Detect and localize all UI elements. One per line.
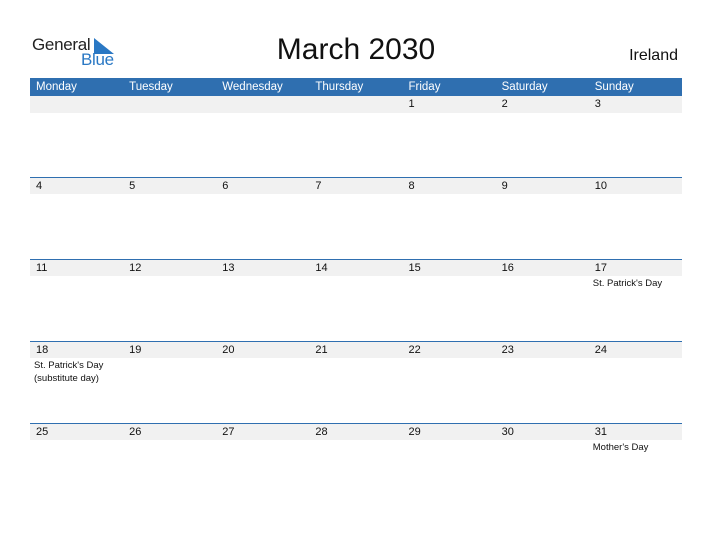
day-number: 5 <box>129 180 136 192</box>
event-row: St. Patrick's Day <box>30 276 682 290</box>
holiday-label <box>403 113 496 114</box>
day-number: 13 <box>222 262 235 274</box>
day-number-row: 11 12 13 14 15 16 17 <box>30 260 682 276</box>
day-number: 26 <box>129 426 142 438</box>
day-number: 6 <box>222 180 229 192</box>
day-number: 8 <box>408 180 415 192</box>
day-number: 21 <box>315 344 328 356</box>
holiday-label <box>216 194 309 195</box>
country-label: Ireland <box>629 47 678 64</box>
day-number: 23 <box>501 344 514 356</box>
holiday-label <box>589 194 682 195</box>
day-number-row: 1 2 3 <box>30 96 682 113</box>
week-row: 11 12 13 14 15 16 17 St. Patrick's Day <box>30 259 682 341</box>
holiday-label <box>216 113 309 114</box>
holiday-label <box>123 276 216 290</box>
day-number: 4 <box>36 180 43 192</box>
day-number: 10 <box>594 180 607 192</box>
holiday-label <box>589 358 682 385</box>
day-number-row: 4 5 6 7 8 9 10 <box>30 178 682 194</box>
holiday-label <box>216 440 309 454</box>
day-number: 14 <box>315 262 328 274</box>
holiday-label <box>123 113 216 114</box>
day-number: 30 <box>501 426 514 438</box>
holiday-label <box>496 440 589 454</box>
weekday-friday: Friday <box>408 81 441 93</box>
day-number: 27 <box>222 426 235 438</box>
holiday-label <box>403 358 496 385</box>
holiday-label <box>589 113 682 114</box>
day-number <box>123 96 216 113</box>
holiday-label <box>496 358 589 385</box>
day-number <box>30 96 123 113</box>
holiday-label <box>309 113 402 114</box>
day-number: 1 <box>408 98 415 110</box>
holiday-label <box>403 276 496 290</box>
holiday-label <box>30 194 123 195</box>
holiday-label: Mother's Day <box>592 442 649 453</box>
holiday-label <box>30 276 123 290</box>
weekday-sunday: Sunday <box>594 81 634 93</box>
event-row <box>30 113 682 114</box>
calendar-grid: Monday Tuesday Wednesday Thursday Friday… <box>30 78 682 505</box>
day-number-row: 18 19 20 21 22 23 24 <box>30 342 682 358</box>
holiday-label <box>123 358 216 385</box>
day-number: 17 <box>594 262 607 274</box>
holiday-label <box>123 440 216 454</box>
weekday-tuesday: Tuesday <box>129 81 173 93</box>
week-row: 18 19 20 21 22 23 24 St. Patrick's Day (substit… <box>30 341 682 423</box>
holiday-label <box>496 276 589 290</box>
holiday-label <box>496 194 589 195</box>
day-number: 11 <box>36 262 48 274</box>
holiday-label <box>30 440 123 454</box>
day-number <box>216 96 309 113</box>
weekday-header: Monday Tuesday Wednesday Thursday Friday… <box>30 78 682 96</box>
day-number: 16 <box>501 262 514 274</box>
holiday-label: St. Patrick's Day <box>592 278 663 289</box>
day-number: 20 <box>222 344 235 356</box>
holiday-label <box>309 358 402 385</box>
holiday-label <box>216 276 309 290</box>
day-number: 31 <box>594 426 607 438</box>
holiday-label <box>123 194 216 195</box>
day-number: 2 <box>501 98 508 110</box>
day-number: 9 <box>501 180 508 192</box>
event-row: Mother's Day <box>30 440 682 454</box>
day-number: 29 <box>408 426 421 438</box>
event-row <box>30 194 682 195</box>
holiday-label: St. Patrick's Day (substitute day) <box>34 360 104 384</box>
weekday-monday: Monday <box>36 81 77 93</box>
event-row: St. Patrick's Day (substitute day) <box>30 358 682 385</box>
week-row: 25 26 27 28 29 30 31 Mother's Day <box>30 423 682 505</box>
holiday-label <box>309 194 402 195</box>
holiday-label <box>496 113 589 114</box>
holiday-label <box>403 194 496 195</box>
day-number: 22 <box>408 344 421 356</box>
day-number: 18 <box>36 344 49 356</box>
day-number: 12 <box>129 262 142 274</box>
holiday-label <box>309 276 402 290</box>
holiday-label <box>403 440 496 454</box>
day-number: 19 <box>129 344 142 356</box>
day-number: 24 <box>594 344 607 356</box>
page-title: March 2030 <box>276 33 436 66</box>
day-number <box>309 96 402 113</box>
holiday-label <box>30 113 123 114</box>
day-number-row: 25 26 27 28 29 30 31 <box>30 424 682 440</box>
holiday-label <box>216 358 309 385</box>
day-number: 7 <box>315 180 322 192</box>
week-row: 1 2 3 <box>30 96 682 177</box>
day-number: 3 <box>594 98 601 110</box>
weekday-thursday: Thursday <box>315 81 364 93</box>
day-number: 15 <box>408 262 421 274</box>
day-number: 28 <box>315 426 328 438</box>
weekday-wednesday: Wednesday <box>222 81 283 93</box>
day-number: 25 <box>36 426 49 438</box>
week-row: 4 5 6 7 8 9 10 <box>30 177 682 259</box>
holiday-label <box>309 440 402 454</box>
weekday-saturday: Saturday <box>501 81 548 93</box>
